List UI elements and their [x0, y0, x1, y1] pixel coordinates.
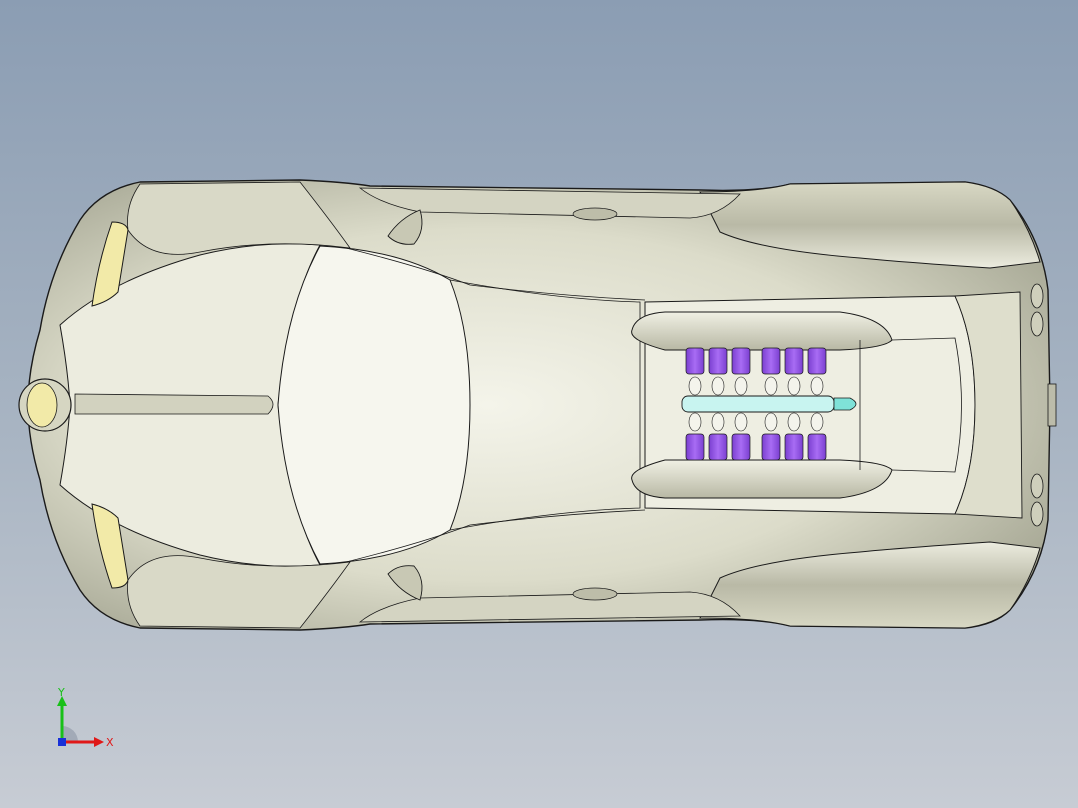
cylinder [685, 347, 705, 375]
cylinder [807, 433, 827, 461]
cylinder [731, 347, 751, 375]
intake-manifold[interactable] [681, 395, 835, 413]
axis-triad: Y X [57, 686, 114, 749]
rear-license-plate [1047, 383, 1057, 427]
cylinder [708, 347, 728, 375]
manifold-throttle-body [833, 397, 857, 411]
cylinder [784, 433, 804, 461]
triad-x-arrow [94, 737, 104, 747]
graphics-viewport[interactable]: Y X [0, 0, 1078, 808]
car-model-top-view[interactable] [0, 0, 1078, 808]
cylinder [761, 433, 781, 461]
door-handle-upper [572, 207, 618, 221]
cylinder [761, 347, 781, 375]
triad-z-axis [58, 738, 66, 746]
cylinder [784, 347, 804, 375]
door-handle-lower [572, 587, 618, 601]
cylinder [807, 347, 827, 375]
front-intake-inner [26, 382, 58, 428]
hood-crease [74, 393, 274, 415]
triad-y-label: Y [57, 686, 65, 699]
intake-pod-lower [631, 459, 893, 499]
canopy[interactable] [277, 245, 471, 565]
cylinder [708, 433, 728, 461]
triad-x-label: X [106, 736, 114, 749]
cylinder [685, 433, 705, 461]
intake-pod-upper [631, 311, 893, 351]
cylinder [731, 433, 751, 461]
